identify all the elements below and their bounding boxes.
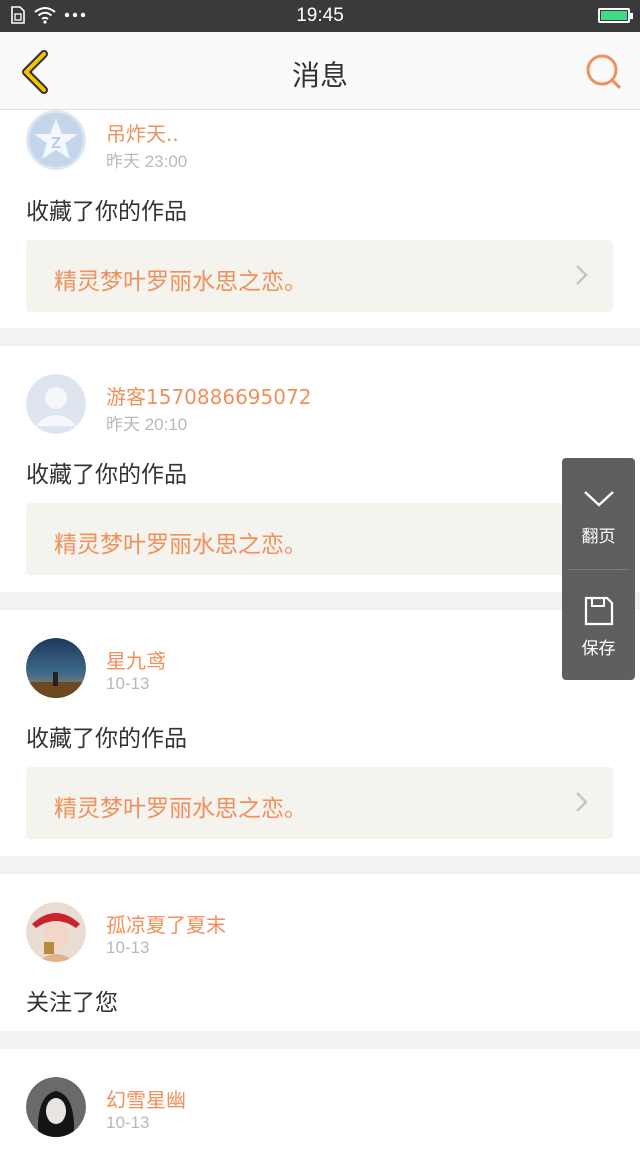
timestamp: 10-13 xyxy=(106,674,150,693)
qq-default-avatar-icon: Z xyxy=(26,110,86,170)
message-card: Z 吊炸天.. 昨天 23:00 收藏了你的作品 精灵梦叶罗丽水思之恋。 xyxy=(0,110,640,328)
divider xyxy=(0,328,640,346)
page-title: 消息 xyxy=(291,59,348,92)
username[interactable]: 星九鸢 xyxy=(106,645,166,674)
work-link[interactable]: 精灵梦叶罗丽水思之恋。 xyxy=(26,767,613,839)
chevron-right-icon xyxy=(576,792,588,812)
save-label: 保存 xyxy=(581,639,616,659)
work-link[interactable]: 精灵梦叶罗丽水思之恋。 xyxy=(26,503,613,575)
timestamp: 昨天 20:10 xyxy=(106,415,188,434)
avatar[interactable]: Z xyxy=(26,110,86,170)
page-turn-label: 翻页 xyxy=(581,527,616,547)
message-card: 星九鸢 10-13 收藏了你的作品 精灵梦叶罗丽水思之恋。 xyxy=(0,610,640,856)
work-title: 精灵梦叶罗丽水思之恋。 xyxy=(54,796,307,822)
action-text: 收藏了你的作品 xyxy=(26,462,187,488)
search-icon[interactable] xyxy=(584,52,624,92)
floating-tool-panel: 翻页 保存 xyxy=(562,458,635,680)
header-bar: 消息 xyxy=(0,32,640,110)
work-link[interactable]: 精灵梦叶罗丽水思之恋。 xyxy=(26,240,613,312)
message-list: Z 吊炸天.. 昨天 23:00 收藏了你的作品 精灵梦叶罗丽水思之恋。 游客1… xyxy=(0,110,640,1169)
timestamp: 昨天 23:00 xyxy=(106,152,188,171)
photo-avatar-icon xyxy=(26,1077,86,1137)
chevron-right-icon xyxy=(576,265,588,285)
chevron-down-icon xyxy=(584,491,614,507)
action-text: 关注了您 xyxy=(26,990,118,1016)
divider xyxy=(0,1031,640,1049)
status-time: 19:45 xyxy=(296,5,344,26)
username[interactable]: 幻雪星幽 xyxy=(106,1084,186,1113)
divider xyxy=(0,856,640,874)
photo-avatar-icon xyxy=(26,902,86,962)
status-bar: 19:45 xyxy=(0,0,640,32)
battery-charging-icon xyxy=(598,8,633,23)
avatar[interactable] xyxy=(26,638,86,698)
page-turn-button[interactable]: 翻页 xyxy=(562,458,635,568)
work-title: 精灵梦叶罗丽水思之恋。 xyxy=(54,532,307,558)
save-disk-icon xyxy=(584,596,614,626)
work-title: 精灵梦叶罗丽水思之恋。 xyxy=(54,269,307,295)
timestamp: 10-13 xyxy=(106,1113,150,1132)
save-button[interactable]: 保存 xyxy=(562,570,635,680)
avatar[interactable] xyxy=(26,1077,86,1137)
avatar[interactable] xyxy=(26,902,86,962)
username[interactable]: 吊炸天.. xyxy=(106,118,179,147)
timestamp: 10-13 xyxy=(106,938,150,957)
message-card: 孤凉夏了夏末 10-13 关注了您 xyxy=(0,874,640,1031)
divider xyxy=(0,592,640,610)
message-card: 幻雪星幽 10-13 xyxy=(0,1049,640,1169)
photo-avatar-icon xyxy=(26,638,86,698)
action-text: 收藏了你的作品 xyxy=(26,726,187,752)
username[interactable]: 孤凉夏了夏末 xyxy=(106,909,226,938)
default-person-avatar-icon xyxy=(26,374,86,434)
message-card: 游客1570886695072 昨天 20:10 收藏了你的作品 精灵梦叶罗丽水… xyxy=(0,346,640,592)
avatar[interactable] xyxy=(26,374,86,434)
username[interactable]: 游客1570886695072 xyxy=(106,381,311,410)
svg-text:Z: Z xyxy=(51,135,61,152)
action-text: 收藏了你的作品 xyxy=(26,199,187,225)
